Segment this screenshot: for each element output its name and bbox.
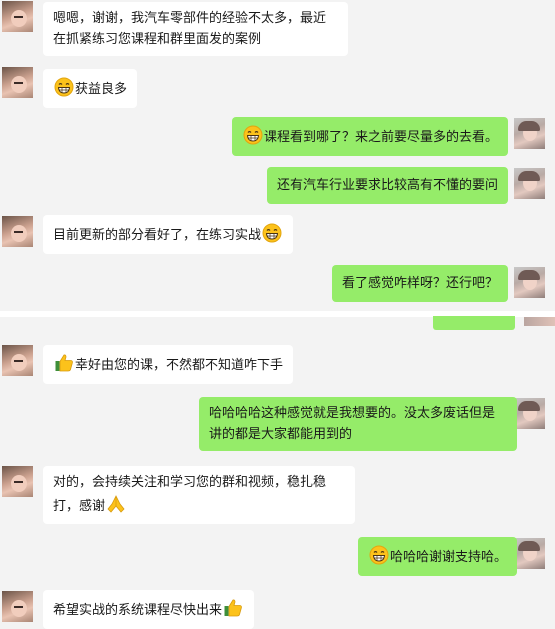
- grin-emoji: [54, 77, 74, 97]
- message-bubble[interactable]: 嗯嗯，谢谢，我汽车零部件的经验不太多，最近在抓紧练习您课程和群里面发的案例: [43, 2, 348, 56]
- thumbs-up-emoji: [55, 354, 73, 372]
- grin-emoji: [243, 125, 263, 145]
- girl-avatar[interactable]: [514, 168, 545, 199]
- message-text: 嗯嗯，谢谢，我汽车零部件的经验不太多，最近在抓紧练习您课程和群里面发的案例: [53, 11, 327, 47]
- baby-avatar[interactable]: [2, 216, 33, 247]
- message-text: 哈哈哈谢谢支持哈。: [389, 550, 507, 565]
- message-text: 希望实战的系统课程尽快出来: [53, 603, 223, 618]
- message-bubble[interactable]: 课程看到哪了？来之前要尽量多的去看。: [231, 117, 508, 156]
- avatar-fragment: [524, 317, 555, 326]
- girl-avatar[interactable]: [514, 267, 545, 298]
- message-text: 获益良多: [75, 82, 128, 97]
- message-bubble[interactable]: 哈哈哈谢谢支持哈。: [357, 537, 517, 576]
- message-text: 目前更新的部分看好了，在练习实战: [53, 228, 262, 243]
- message-bubble[interactable]: 对的，会持续关注和学习您的群和视频，稳扎稳打，感谢: [43, 466, 355, 524]
- message-bubble-fragment: [433, 316, 515, 330]
- thumbs-up-emoji: [224, 599, 242, 617]
- baby-avatar[interactable]: [2, 591, 33, 622]
- grin-emoji: [262, 223, 282, 243]
- baby-avatar[interactable]: [2, 67, 33, 98]
- message-bubble[interactable]: 还有汽车行业要求比较高有不懂的要问: [266, 167, 508, 204]
- message-bubble[interactable]: 幸好由您的课，不然都不知道咋下手: [43, 345, 294, 384]
- grin-emoji: [369, 545, 389, 565]
- baby-avatar[interactable]: [2, 1, 33, 32]
- pray-emoji: [107, 495, 125, 513]
- message-bubble[interactable]: 目前更新的部分看好了，在练习实战: [43, 215, 294, 254]
- baby-avatar[interactable]: [2, 466, 33, 497]
- message-text: 幸好由您的课，不然都不知道咋下手: [75, 358, 284, 373]
- message-bubble[interactable]: 获益良多: [43, 69, 138, 108]
- message-bubble[interactable]: 希望实战的系统课程尽快出来: [43, 590, 255, 629]
- girl-avatar[interactable]: [514, 398, 545, 429]
- message-bubble[interactable]: 哈哈哈哈这种感觉就是我想要的。没太多废话但是讲的都是大家都能用到的: [199, 397, 517, 451]
- message-text: 课程看到哪了？来之前要尽量多的去看。: [263, 130, 498, 145]
- girl-avatar[interactable]: [514, 538, 545, 569]
- message-text: 哈哈哈哈这种感觉就是我想要的。没太多废话但是讲的都是大家都能用到的: [209, 406, 496, 442]
- message-text: 还有汽车行业要求比较高有不懂的要问: [276, 178, 498, 193]
- message-text: 对的，会持续关注和学习您的群和视频，稳扎稳打，感谢: [53, 475, 327, 514]
- baby-avatar[interactable]: [2, 345, 33, 376]
- message-text: 看了感觉咋样呀？还行吧？: [341, 276, 498, 291]
- message-bubble[interactable]: 看了感觉咋样呀？还行吧？: [331, 265, 508, 302]
- girl-avatar[interactable]: [514, 118, 545, 149]
